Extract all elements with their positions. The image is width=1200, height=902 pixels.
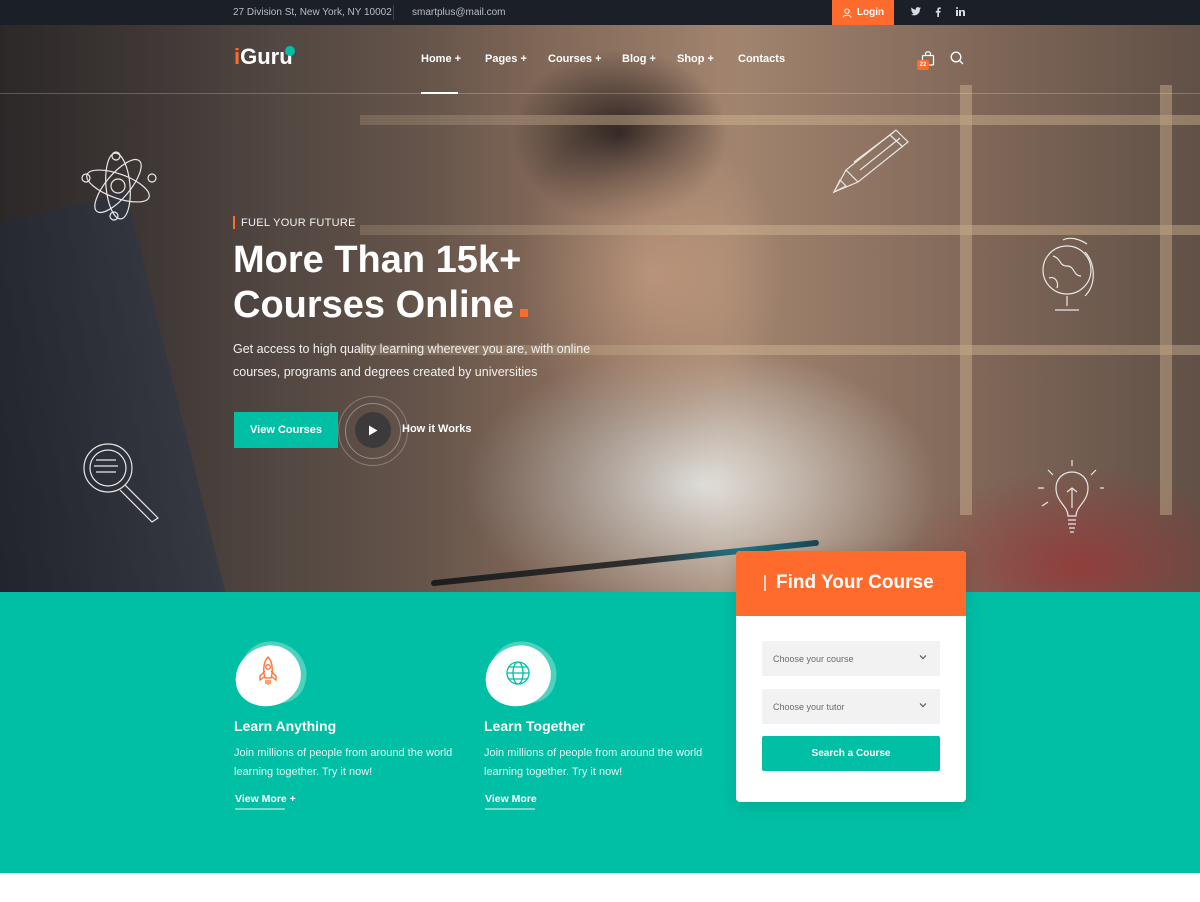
hero-eyebrow: FUEL YOUR FUTURE (241, 217, 356, 229)
feature-icon-badge (479, 634, 564, 713)
nav-contacts[interactable]: Contacts (738, 53, 785, 65)
hero-headline: More Than 15k+ Courses Online (233, 238, 653, 328)
feature-title: Learn Anything (234, 718, 337, 734)
magnifier-icon (83, 443, 159, 523)
logo-dot-decor (285, 46, 295, 56)
chevron-down-icon (919, 703, 927, 708)
link-underline-decor (485, 808, 535, 810)
cart-count-badge: 22 (917, 60, 929, 70)
eyebrow-accent-bar (233, 216, 235, 229)
play-video-button[interactable] (355, 412, 391, 448)
pencil-icon (832, 129, 909, 194)
chevron-down-icon (919, 655, 927, 660)
facebook-icon[interactable] (935, 7, 941, 20)
login-label: Login (856, 7, 885, 18)
lightbulb-icon (1038, 460, 1104, 533)
search-course-button[interactable]: Search a Course (762, 736, 940, 771)
find-course-card: Find Your Course Choose your course Choo… (736, 551, 966, 802)
course-select-value: Choose your course (773, 653, 854, 664)
feature-description: Join millions of people from around the … (484, 747, 703, 778)
find-course-header: Find Your Course (736, 551, 966, 616)
view-courses-button[interactable]: View Courses (234, 412, 338, 448)
how-it-works-link[interactable]: How it Works (402, 423, 471, 435)
globe-icon (506, 661, 530, 685)
search-icon[interactable] (950, 51, 964, 65)
linkedin-icon[interactable] (956, 7, 965, 19)
tutor-select-value: Choose your tutor (773, 701, 845, 712)
play-icon (369, 425, 378, 435)
features-section (0, 592, 1200, 873)
nav-blog[interactable]: Blog + (622, 53, 656, 65)
nav-shop[interactable]: Shop + (677, 53, 714, 65)
tutor-select[interactable]: Choose your tutor (762, 689, 940, 724)
site-logo[interactable]: iGuru (234, 44, 293, 70)
login-button[interactable]: Login (832, 0, 894, 25)
feature-icon-badge (229, 634, 314, 713)
atom-icon (81, 151, 157, 221)
user-icon (842, 8, 852, 18)
rocket-icon (259, 656, 277, 685)
hero-description: Get access to high quality learning wher… (233, 342, 591, 379)
topbar-divider (393, 5, 394, 20)
hero-headline-line1: More Than 15k+ (233, 239, 522, 281)
hero-headline-line2: Courses Online (233, 284, 514, 326)
contact-email[interactable]: smartplus@mail.com (412, 7, 506, 18)
link-underline-decor (235, 808, 285, 810)
nav-pages[interactable]: Pages + (485, 53, 527, 65)
title-accent-bar (764, 575, 766, 591)
feature-view-more-link[interactable]: View More (485, 793, 537, 805)
feature-description: Join millions of people from around the … (234, 747, 453, 778)
contact-address: 27 Division St, New York, NY 10002 (233, 7, 392, 18)
nav-home[interactable]: Home + (421, 53, 461, 65)
twitter-icon[interactable] (911, 7, 921, 19)
header-divider (0, 93, 1200, 94)
headline-dot-decor (519, 309, 528, 317)
course-select[interactable]: Choose your course (762, 641, 940, 676)
feature-title: Learn Together (484, 718, 585, 734)
feature-view-more-link[interactable]: View More + (235, 793, 296, 805)
globe-icon (1042, 237, 1094, 311)
find-course-title: Find Your Course (776, 572, 934, 593)
nav-courses[interactable]: Courses + (548, 53, 602, 65)
top-bar: 27 Division St, New York, NY 10002 smart… (0, 0, 1200, 25)
